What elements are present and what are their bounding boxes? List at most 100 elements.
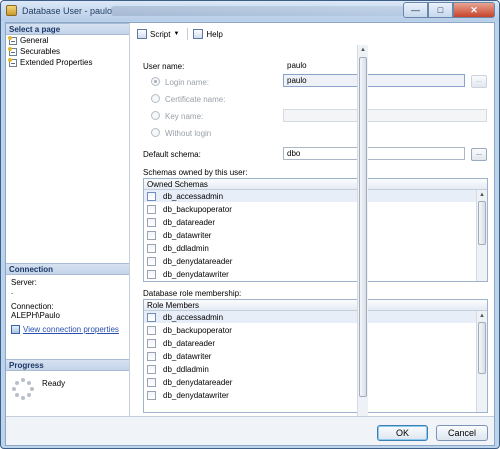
default-schema-label: Default schema: <box>143 150 201 159</box>
login-name-label: Login name: <box>165 78 210 87</box>
cancel-button[interactable]: Cancel <box>436 425 488 441</box>
schema-browse-button[interactable]: ... <box>471 148 487 161</box>
certificate-name-radio[interactable] <box>151 94 160 103</box>
schema-name: db_ddladmin <box>163 243 209 253</box>
role-name: db_denydatawriter <box>163 390 229 400</box>
script-button[interactable]: Script ▼ <box>137 29 179 39</box>
page-item-extended-properties[interactable]: Extended Properties <box>6 57 129 68</box>
dialog-window: Database User - paulo — □ ✕ Select a pag… <box>0 0 500 449</box>
checkbox[interactable] <box>147 191 156 201</box>
schema-name: db_datawriter <box>163 230 212 240</box>
checkbox[interactable] <box>147 325 156 335</box>
table-row[interactable]: db_denydatareader <box>144 255 487 268</box>
dialog-client: Select a page General Securables Extende… <box>5 22 495 446</box>
maximize-button[interactable]: □ <box>428 2 453 18</box>
without-login-label: Without login <box>165 129 212 138</box>
table-row[interactable]: db_ddladmin <box>144 363 487 376</box>
table-row[interactable]: db_accessadmin <box>144 190 487 203</box>
checkbox[interactable] <box>147 390 156 400</box>
table-row[interactable]: db_denydatareader <box>144 376 487 389</box>
server-value: . <box>11 287 14 296</box>
schema-name: db_accessadmin <box>163 191 224 201</box>
default-schema-field[interactable]: dbo <box>283 147 465 160</box>
checkbox[interactable] <box>147 351 156 361</box>
certificate-name-label: Certificate name: <box>165 95 226 104</box>
script-label: Script <box>150 29 171 39</box>
roles-scrollbar[interactable]: ▲ <box>476 311 487 412</box>
schema-name: db_denydatawriter <box>163 269 229 279</box>
checkbox[interactable] <box>147 312 156 322</box>
page-scrollbar[interactable]: ▲ <box>357 45 368 416</box>
schemas-scrollbar[interactable]: ▲ <box>476 190 487 281</box>
role-name: db_accessadmin <box>163 312 224 322</box>
select-page-header: Select a page <box>6 23 129 35</box>
without-login-radio[interactable] <box>151 128 160 137</box>
button-bar: OK Cancel <box>6 416 494 445</box>
minimize-button[interactable]: — <box>403 2 428 18</box>
connection-section: Connection Server: . Connection: ALEPH\P… <box>6 263 129 334</box>
scroll-up-icon[interactable]: ▲ <box>358 45 368 56</box>
help-icon <box>193 29 204 39</box>
table-row[interactable]: db_backupoperator <box>144 324 487 337</box>
page-icon <box>8 35 17 45</box>
checkbox[interactable] <box>147 230 156 240</box>
checkbox[interactable] <box>147 338 156 348</box>
view-connection-properties-link[interactable]: View connection properties <box>6 320 129 334</box>
help-label: Help <box>206 29 223 39</box>
login-name-field[interactable]: paulo <box>283 74 465 87</box>
chevron-down-icon[interactable]: ▼ <box>173 31 179 37</box>
table-row[interactable]: db_datawriter <box>144 229 487 242</box>
login-browse-button[interactable]: ... <box>471 75 487 88</box>
table-row[interactable]: db_accessadmin <box>144 311 487 324</box>
scroll-thumb[interactable] <box>478 322 486 374</box>
table-row[interactable]: db_datareader <box>144 337 487 350</box>
table-row[interactable]: db_ddladmin <box>144 242 487 255</box>
scroll-thumb[interactable] <box>478 201 486 245</box>
connection-header: Connection <box>6 263 129 275</box>
view-connection-properties-label[interactable]: View connection properties <box>23 325 119 334</box>
ok-button[interactable]: OK <box>377 425 428 441</box>
role-members-grid: Role Members db_accessadmin db_backupope… <box>143 299 488 413</box>
role-name: db_denydatareader <box>163 377 233 387</box>
page-item-label: Extended Properties <box>20 58 93 67</box>
page-icon <box>8 57 17 67</box>
page-item-securables[interactable]: Securables <box>6 46 129 57</box>
scroll-up-icon[interactable]: ▲ <box>477 311 487 321</box>
user-name-field[interactable]: paulo <box>283 59 465 72</box>
key-name-field[interactable] <box>283 109 487 122</box>
owned-schemas-header: Owned Schemas <box>144 179 487 190</box>
checkbox[interactable] <box>147 377 156 387</box>
page-item-label: General <box>20 36 49 45</box>
checkbox[interactable] <box>147 243 156 253</box>
script-icon <box>137 29 147 39</box>
toolbar: Script ▼ Help <box>131 23 494 45</box>
progress-section: Progress Ready <box>6 359 129 400</box>
server-label: Server: <box>11 278 37 287</box>
table-row[interactable]: db_datareader <box>144 216 487 229</box>
left-pane: Select a page General Securables Extende… <box>6 23 130 416</box>
checkbox[interactable] <box>147 256 156 266</box>
title-bar[interactable]: Database User - paulo — □ ✕ <box>1 1 499 21</box>
role-name: db_ddladmin <box>163 364 209 374</box>
table-row[interactable]: db_denydatawriter <box>144 268 487 281</box>
page-item-general[interactable]: General <box>6 35 129 46</box>
checkbox[interactable] <box>147 269 156 279</box>
role-membership-label: Database role membership: <box>143 289 242 298</box>
scroll-up-icon[interactable]: ▲ <box>477 190 487 200</box>
scroll-thumb[interactable] <box>359 57 367 397</box>
checkbox[interactable] <box>147 217 156 227</box>
properties-icon <box>11 325 20 334</box>
checkbox[interactable] <box>147 204 156 214</box>
table-row[interactable]: db_denydatawriter <box>144 389 487 402</box>
role-members-header: Role Members <box>144 300 487 311</box>
key-name-label: Key name: <box>165 112 204 121</box>
checkbox[interactable] <box>147 364 156 374</box>
close-button[interactable]: ✕ <box>453 2 495 18</box>
owned-schemas-grid: Owned Schemas db_accessadmin db_backupop… <box>143 178 488 282</box>
login-name-radio[interactable] <box>151 77 160 86</box>
table-row[interactable]: db_datawriter <box>144 350 487 363</box>
key-name-radio[interactable] <box>151 111 160 120</box>
table-row[interactable]: db_backupoperator <box>144 203 487 216</box>
window-title: Database User - paulo <box>22 6 113 16</box>
help-button[interactable]: Help <box>193 29 223 39</box>
